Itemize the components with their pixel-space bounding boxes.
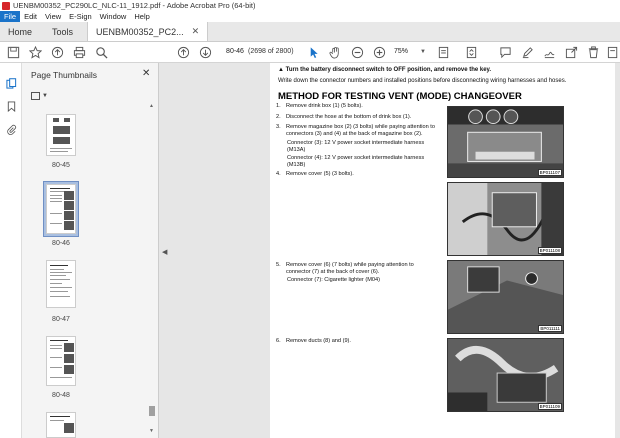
menu-file[interactable]: File xyxy=(0,11,21,22)
thumbnail-options-button[interactable]: ▼ xyxy=(31,91,49,101)
thumbnail-page[interactable] xyxy=(46,114,76,156)
bookmark-star-icon[interactable] xyxy=(28,45,42,59)
scroll-down-icon[interactable]: ▼ xyxy=(149,428,154,434)
save-icon[interactable] xyxy=(6,45,20,59)
page-count: (2698 of 2800) xyxy=(248,48,294,55)
options-icon xyxy=(31,92,40,100)
page-number-input[interactable]: 80-46 xyxy=(224,46,246,58)
fit-page-icon[interactable] xyxy=(436,45,450,59)
step-text: Remove cover (6) (7 bolts) while paying … xyxy=(286,262,414,276)
zoom-in-icon[interactable] xyxy=(372,45,386,59)
menu-bar: File Edit View E-Sign Window Help xyxy=(0,11,620,22)
zoom-level-input[interactable]: 75% xyxy=(394,46,422,58)
fill-sign-icon[interactable] xyxy=(542,45,556,59)
more-tools-icon[interactable] xyxy=(606,45,620,59)
step-text: Remove drink box (1) (5 bolts). xyxy=(286,103,363,109)
menu-view[interactable]: View xyxy=(41,11,65,22)
chevron-down-icon: ▼ xyxy=(42,93,48,99)
figure-code: BP011111 xyxy=(538,325,562,332)
thumbnail-page[interactable] xyxy=(46,260,76,308)
navigation-rail xyxy=(0,63,22,438)
menu-esign[interactable]: E-Sign xyxy=(65,11,96,22)
connector-note: Connector (7): Cigarette lighter (M04) xyxy=(287,277,380,283)
close-icon[interactable]: ✕ xyxy=(192,26,200,37)
page-thumbnails-icon[interactable] xyxy=(5,77,17,89)
menu-help[interactable]: Help xyxy=(130,11,153,22)
procedure-photo: BP011111 xyxy=(447,260,564,334)
procedure-photo: BP011109 xyxy=(447,338,564,412)
section-heading: METHOD FOR TESTING VENT (MODE) CHANGEOVE… xyxy=(278,91,522,102)
tab-bar: Home Tools UENBM00352_PC2... ✕ xyxy=(0,22,620,42)
step-text: Remove cover (5) (3 bolts). xyxy=(286,171,354,177)
step-number: 6. xyxy=(276,338,281,344)
zoom-dropdown-icon[interactable]: ▼ xyxy=(420,46,426,58)
thumbnail-scrollbar[interactable] xyxy=(149,110,155,435)
panel-title: Page Thumbnails xyxy=(31,70,97,80)
next-page-icon[interactable] xyxy=(198,45,212,59)
tab-tools[interactable]: Tools xyxy=(40,22,87,41)
thumbnail-label: 80-47 xyxy=(52,316,70,323)
thumbnail-page[interactable] xyxy=(46,412,76,438)
step-number: 5. xyxy=(276,262,281,268)
step-text: Disconnect the hose at the bottom of dri… xyxy=(286,114,412,120)
figure-code: BP011109 xyxy=(537,403,562,410)
thumbnail-label: 80-48 xyxy=(52,392,70,399)
warning-text: Turn the battery disconnect switch to OF… xyxy=(285,67,492,73)
tab-document-label: UENBM00352_PC2... xyxy=(96,26,184,37)
procedure-photo: BP011107 xyxy=(447,106,564,178)
thumbnail-label: 80-45 xyxy=(52,162,70,169)
menu-window[interactable]: Window xyxy=(96,11,131,22)
procedure-photo: BP011108 xyxy=(447,182,564,256)
step-number: 3. xyxy=(276,124,281,130)
tab-document[interactable]: UENBM00352_PC2... ✕ xyxy=(87,22,209,41)
step-number: 4. xyxy=(276,171,281,177)
collapse-panel-icon[interactable]: ◀ xyxy=(162,248,167,256)
hand-tool-icon[interactable] xyxy=(328,45,342,59)
window-title: UENBM00352_PC290LC_NLC-11_1912.pdf - Ado… xyxy=(13,1,256,10)
warning-icon: ▲ xyxy=(278,67,284,73)
figure-code: BP011107 xyxy=(537,169,562,176)
toolbar: 80-46 (2698 of 2800) 75% ▼ xyxy=(0,42,620,63)
step-text: Remove magazine box (2) (3 bolts) while … xyxy=(286,124,435,138)
step-text: Remove ducts (8) and (9). xyxy=(286,338,351,344)
step-number: 1. xyxy=(276,103,281,109)
close-panel-icon[interactable]: ✕ xyxy=(142,68,150,79)
acrobat-logo-icon xyxy=(2,1,10,10)
zoom-out-icon[interactable] xyxy=(350,45,364,59)
figure-code: BP011108 xyxy=(537,247,562,254)
highlight-pen-icon[interactable] xyxy=(520,45,534,59)
tab-home[interactable]: Home xyxy=(0,22,40,41)
upload-cloud-icon[interactable] xyxy=(50,45,64,59)
menu-edit[interactable]: Edit xyxy=(20,11,41,22)
search-icon[interactable] xyxy=(94,45,108,59)
delete-icon[interactable] xyxy=(586,45,600,59)
previous-page-icon[interactable] xyxy=(176,45,190,59)
connector-note: Connector (4): 12 V power socket interme… xyxy=(287,155,425,169)
warning-line: ▲ Turn the battery disconnect switch to … xyxy=(278,67,491,73)
thumbnail-page-selected[interactable] xyxy=(46,184,76,234)
select-cursor-icon[interactable] xyxy=(306,45,320,59)
thumbnail-label-selected: 80-46 xyxy=(52,240,70,247)
scroll-up-icon[interactable]: ▲ xyxy=(149,103,154,109)
title-bar: UENBM00352_PC290LC_NLC-11_1912.pdf - Ado… xyxy=(0,0,620,11)
scrollbar-thumb[interactable] xyxy=(149,406,155,416)
page-thumbnails-panel: Page Thumbnails ✕ ▼ xyxy=(22,63,159,438)
step-number: 2. xyxy=(276,114,281,120)
thumbnail-page[interactable] xyxy=(46,336,76,386)
share-icon[interactable] xyxy=(564,45,578,59)
bookmarks-icon[interactable] xyxy=(5,100,17,112)
comment-icon[interactable] xyxy=(498,45,512,59)
scroll-mode-icon[interactable] xyxy=(464,45,478,59)
note-text: Write down the connector numbers and ins… xyxy=(278,78,567,84)
attachments-icon[interactable] xyxy=(5,123,17,135)
connector-note: Connector (3): 12 V power socket interme… xyxy=(287,140,425,154)
print-icon[interactable] xyxy=(72,45,86,59)
